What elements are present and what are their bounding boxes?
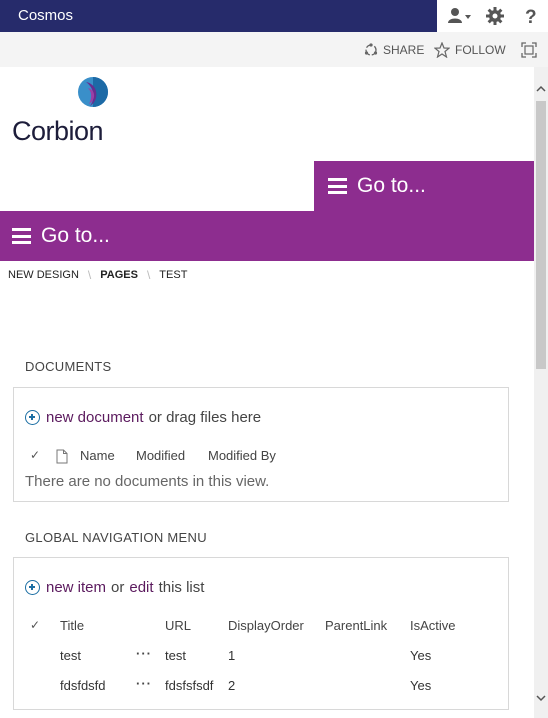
row-display-order: 2 — [228, 678, 236, 693]
new-document-link[interactable]: new document — [46, 409, 144, 426]
goto-menu-small[interactable]: Go to... — [314, 161, 534, 211]
vertical-scrollbar[interactable] — [534, 67, 548, 718]
breadcrumb-test[interactable]: TEST — [159, 269, 187, 281]
scroll-up-arrow-icon[interactable] — [534, 81, 548, 95]
suite-brand[interactable]: Cosmos — [0, 0, 437, 32]
add-circle-icon[interactable] — [25, 579, 40, 595]
row-is-active: Yes — [410, 648, 432, 663]
focus-content-icon — [521, 42, 537, 58]
logo-text: Corbion — [12, 116, 104, 146]
column-header-display-order[interactable]: DisplayOrder — [228, 618, 304, 633]
share-label: SHARE — [383, 43, 425, 57]
column-header-title[interactable]: Title — [60, 618, 84, 633]
ribbon-bar: SHARE FOLLOW — [0, 32, 548, 67]
share-button[interactable]: SHARE — [364, 40, 424, 60]
row-display-order: 1 — [228, 648, 236, 663]
item-menu-ellipsis-icon[interactable]: ··· — [136, 646, 152, 661]
select-all-check-icon[interactable]: ✓ — [30, 448, 40, 462]
documents-panel: new document or drag files here ✓ Name M… — [13, 387, 509, 502]
site-logo[interactable]: Corbion — [12, 72, 122, 146]
scroll-down-arrow-icon[interactable] — [534, 691, 548, 705]
goto-menu-large[interactable]: Go to... — [0, 211, 534, 261]
share-icon — [364, 43, 378, 56]
suite-icons: ? — [437, 0, 548, 32]
column-header-modified-by[interactable]: Modified By — [208, 448, 276, 463]
follow-label: FOLLOW — [455, 43, 506, 57]
star-icon — [434, 42, 450, 58]
column-header-is-active[interactable]: IsActive — [410, 618, 456, 633]
column-header-parent-link[interactable]: ParentLink — [325, 618, 387, 633]
edit-list-link[interactable]: edit — [129, 579, 153, 596]
suite-bar: Cosmos ? — [0, 0, 548, 32]
focus-content-button[interactable] — [521, 40, 537, 60]
new-item-row: new item or edit this list — [25, 578, 204, 596]
scrollbar-thumb[interactable] — [536, 101, 546, 369]
new-document-row: new document or drag files here — [25, 408, 261, 426]
follow-button[interactable]: FOLLOW — [434, 40, 506, 60]
column-header-name[interactable]: Name — [80, 448, 115, 463]
goto-big-label: Go to... — [41, 224, 110, 247]
or-text: or — [111, 578, 125, 596]
goto-small-label: Go to... — [357, 174, 426, 197]
breadcrumb-pages[interactable]: PAGES — [100, 269, 138, 281]
help-icon[interactable]: ? — [519, 4, 543, 28]
row-title[interactable]: fdsfdsfd — [60, 678, 106, 693]
drag-files-hint: or drag files here — [148, 408, 262, 426]
item-menu-ellipsis-icon[interactable]: ··· — [136, 676, 152, 691]
hamburger-icon — [328, 178, 347, 194]
breadcrumb-separator: \ — [146, 268, 151, 282]
page-content: Corbion Go to... Go to... NEW DESIGN \ P… — [0, 67, 534, 718]
add-circle-icon[interactable] — [25, 409, 40, 425]
breadcrumb: NEW DESIGN \ PAGES \ TEST — [8, 268, 187, 282]
column-header-url[interactable]: URL — [165, 618, 191, 633]
corbion-logo-icon — [78, 77, 108, 107]
this-list-text: this list — [158, 578, 205, 596]
file-type-icon[interactable] — [56, 449, 68, 464]
hamburger-icon — [12, 228, 31, 244]
row-url: test — [165, 648, 186, 663]
global-nav-panel: new item or edit this list ✓ Title URL D… — [13, 557, 509, 710]
column-header-modified[interactable]: Modified — [136, 448, 185, 463]
row-url: fdsfsfsdf — [165, 678, 214, 693]
global-nav-title[interactable]: GLOBAL NAVIGATION MENU — [25, 530, 207, 545]
row-title[interactable]: test — [60, 648, 81, 663]
row-is-active: Yes — [410, 678, 432, 693]
new-item-link[interactable]: new item — [46, 579, 106, 596]
settings-gear-icon[interactable] — [483, 4, 507, 28]
breadcrumb-new-design[interactable]: NEW DESIGN — [8, 269, 79, 281]
breadcrumb-separator: \ — [87, 268, 92, 282]
empty-view-message: There are no documents in this view. — [25, 473, 270, 490]
documents-title[interactable]: DOCUMENTS — [25, 359, 111, 374]
select-all-check-icon[interactable]: ✓ — [30, 618, 40, 632]
user-menu-icon[interactable] — [446, 4, 472, 28]
svg-text:?: ? — [525, 7, 537, 26]
